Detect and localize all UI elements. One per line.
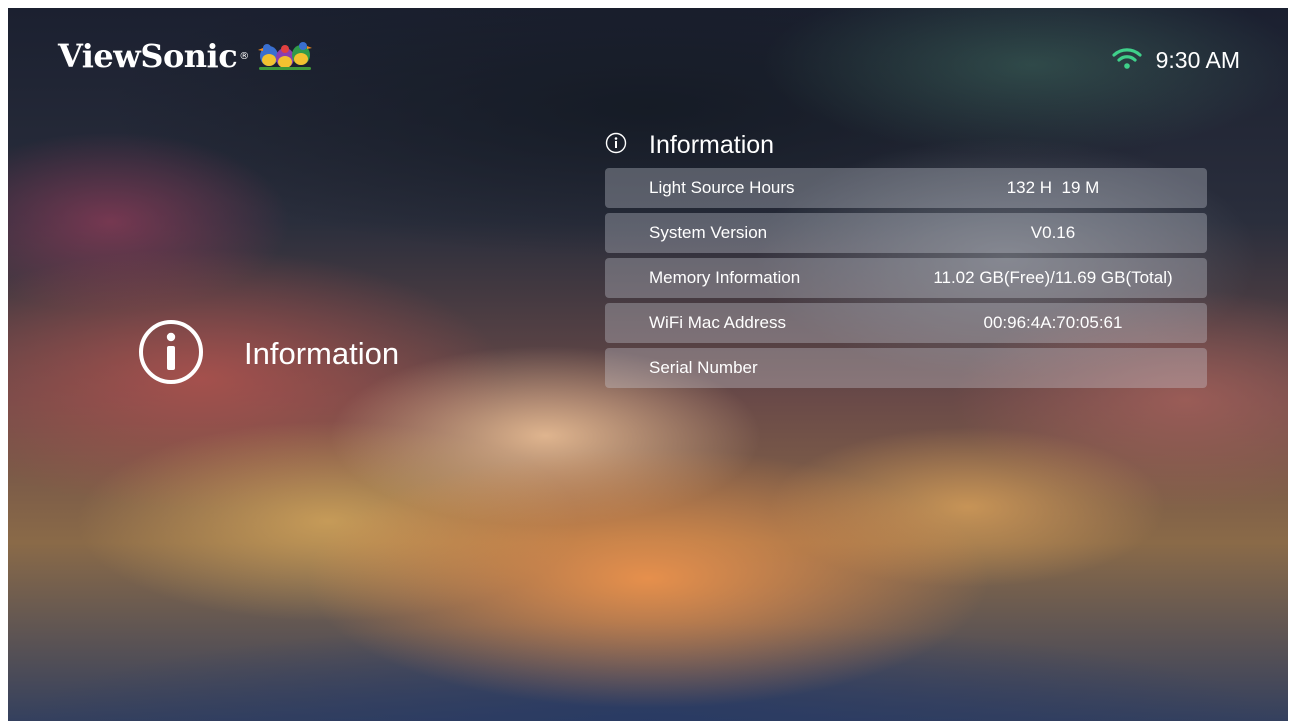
information-panel: Information Light Source Hours 132 H 19 …	[605, 128, 1207, 393]
info-row-light-source-hours[interactable]: Light Source Hours 132 H 19 M	[605, 168, 1207, 208]
row-label: Light Source Hours	[649, 178, 795, 197]
info-row-memory-information[interactable]: Memory Information 11.02 GB(Free)/11.69 …	[605, 258, 1207, 298]
info-circle-icon	[605, 132, 627, 158]
info-circle-icon	[138, 319, 204, 389]
row-label: System Version	[649, 223, 768, 242]
row-label: Memory Information	[649, 268, 801, 287]
category-selected[interactable]: Information	[138, 319, 399, 389]
panel-title: Information	[649, 130, 775, 159]
row-value: 00:96:4A:70:05:61	[983, 313, 1123, 332]
category-label: Information	[244, 336, 400, 371]
row-label: WiFi Mac Address	[649, 313, 786, 332]
info-row-wifi-mac-address[interactable]: WiFi Mac Address 00:96:4A:70:05:61	[605, 303, 1207, 343]
wifi-icon	[1112, 46, 1142, 74]
clock: 9:30 AM	[1155, 46, 1240, 73]
row-label: Serial Number	[649, 358, 758, 377]
row-value: 11.02 GB(Free)/11.69 GB(Total)	[933, 268, 1173, 287]
panel-header: Information	[605, 128, 1207, 162]
brand-name: ViewSonic	[58, 37, 238, 75]
status-bar: 9:30 AM	[1112, 46, 1240, 74]
birds-logo-icon	[257, 36, 313, 76]
info-row-system-version[interactable]: System Version V0.16	[605, 213, 1207, 253]
projector-screen: ViewSonic ® 9:30 AM Information Informat…	[8, 8, 1288, 721]
info-row-serial-number[interactable]: Serial Number	[605, 348, 1207, 388]
row-value: 132 H 19 M	[1006, 178, 1100, 197]
registered-mark: ®	[239, 50, 250, 62]
viewsonic-logo: ViewSonic ®	[58, 36, 313, 76]
row-value: V0.16	[1030, 223, 1076, 242]
